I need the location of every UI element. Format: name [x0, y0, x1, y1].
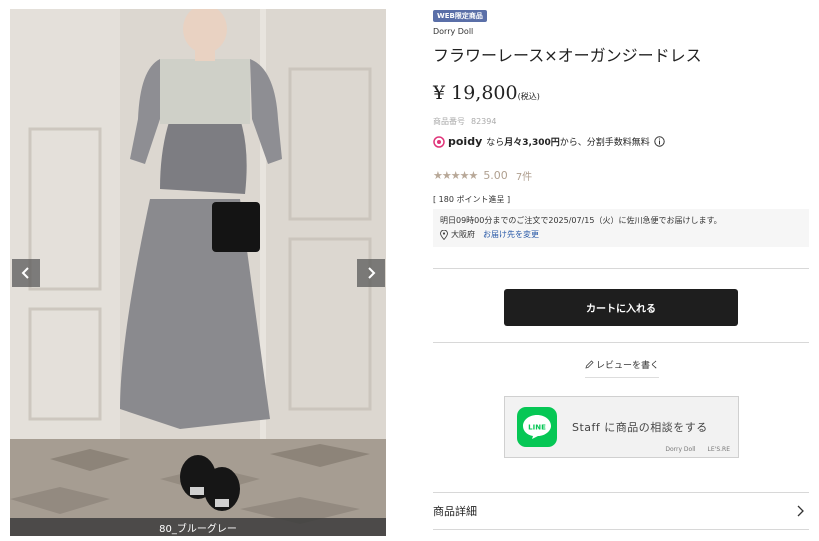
product-title: フラワーレース×オーガンジードレス: [433, 46, 702, 65]
product-rating[interactable]: ★★★★★ 5.00 7件: [433, 168, 532, 183]
line-logo-text: LINE: [528, 424, 546, 432]
rating-score: 5.00: [483, 169, 508, 182]
write-review-label: レビューを書く: [596, 361, 660, 371]
image-caption: 80_ブルーグレー: [10, 518, 386, 536]
product-details-label: 商品詳細: [433, 505, 477, 518]
change-address-link[interactable]: お届け先を変更: [483, 229, 539, 240]
line-staff-consult-banner[interactable]: LINE Staff に商品の相談をする Dorry Doll LE'S.RE: [504, 396, 739, 458]
product-details-accordion[interactable]: 商品詳細: [433, 492, 809, 530]
prev-image-button[interactable]: [12, 259, 40, 287]
divider: [433, 268, 809, 269]
line-banner-text: Staff に商品の相談をする: [572, 421, 708, 434]
delivery-info: 明日09時00分までのご注文で2025/07/15（火）に佐川急便でお届けします…: [433, 209, 809, 247]
delivery-location-row: 大阪府 お届け先を変更: [440, 229, 539, 240]
line-banner-brands: Dorry Doll LE'S.RE: [653, 446, 730, 453]
rating-stars-icon: ★★★★★: [433, 169, 478, 182]
poidy-text-prefix: なら: [486, 138, 505, 148]
delivery-location: 大阪府: [451, 230, 475, 239]
next-image-button[interactable]: [357, 259, 385, 287]
location-pin-icon: [440, 229, 448, 240]
product-photo: [10, 9, 386, 536]
product-image-gallery[interactable]: 80_ブルーグレー: [10, 9, 386, 536]
poidy-monthly-amount: 月々3,300円: [504, 138, 560, 148]
web-limited-badge: WEB限定商品: [433, 10, 487, 22]
brand-lesre: LE'S.RE: [707, 446, 730, 453]
delivery-message: 明日09時00分までのご注文で2025/07/15（火）に佐川急便でお届けします…: [440, 216, 722, 225]
info-icon[interactable]: [654, 136, 665, 147]
line-logo-icon: LINE: [517, 407, 557, 447]
divider: [433, 342, 809, 343]
price-value: ¥ 19,800: [433, 82, 518, 104]
add-to-cart-button[interactable]: カートに入れる: [504, 289, 738, 326]
price-tax-label: (税込): [517, 92, 540, 101]
sku-label: 商品番号: [433, 117, 465, 126]
product-price: ¥ 19,800(税込): [433, 82, 540, 104]
product-sku: 商品番号 82394: [433, 116, 502, 127]
poidy-logo-icon: [433, 135, 445, 148]
sku-value: 82394: [471, 117, 497, 126]
brand-name: Dorry Doll: [433, 27, 474, 36]
write-review-link[interactable]: レビューを書く: [585, 358, 660, 378]
poidy-text-suffix: から、分割手数料無料: [559, 138, 650, 148]
chevron-left-icon: [21, 267, 29, 279]
chevron-right-icon: [368, 267, 376, 279]
poidy-installment: poidy なら 月々3,300円 から、分割手数料無料: [433, 135, 665, 148]
poidy-logo-text: poidy: [448, 135, 483, 148]
rating-count: 7件: [515, 172, 533, 183]
pencil-icon: [585, 360, 594, 369]
brand-dorrydoll: Dorry Doll: [665, 446, 696, 453]
points-earned: [ 180 ポイント進呈 ]: [433, 195, 511, 204]
chevron-right-icon: [797, 505, 804, 517]
line-bubble-icon: LINE: [523, 415, 551, 439]
